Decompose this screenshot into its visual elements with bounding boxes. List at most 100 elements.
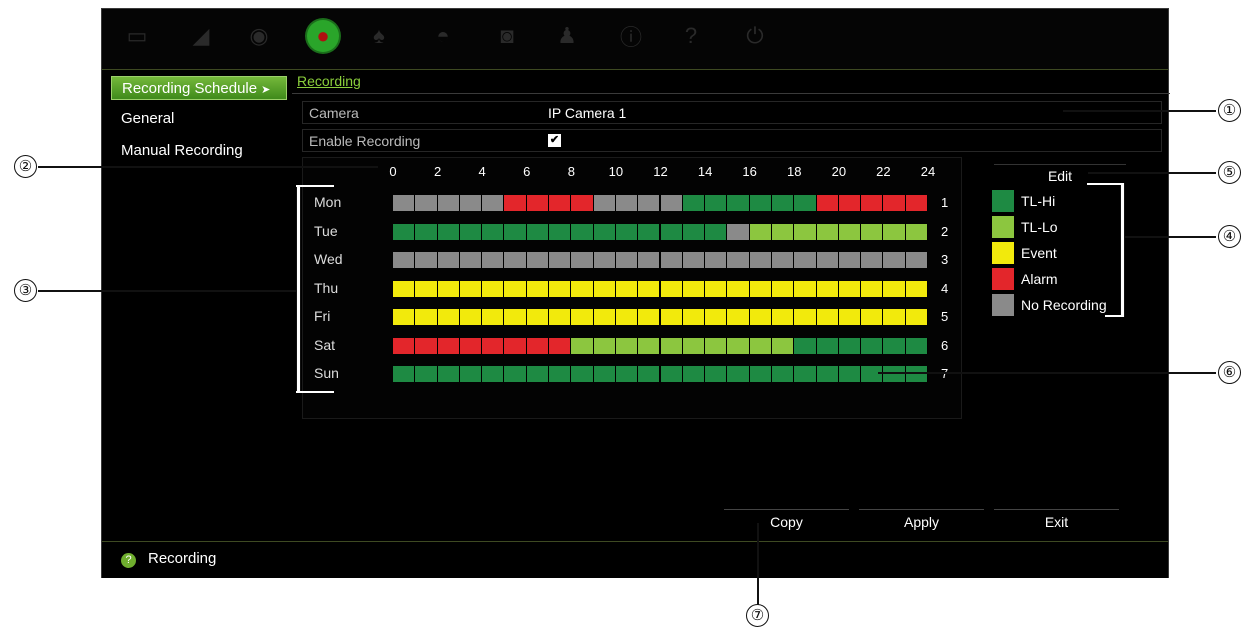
power-icon[interactable]: ⏻ bbox=[738, 19, 772, 53]
schedule-cell[interactable] bbox=[482, 280, 505, 297]
info-icon[interactable]: ⓘ bbox=[614, 19, 648, 53]
schedule-cell[interactable] bbox=[482, 223, 505, 240]
schedule-cell[interactable] bbox=[638, 337, 661, 354]
schedule-row[interactable] bbox=[393, 280, 928, 297]
schedule-cell[interactable] bbox=[593, 366, 616, 382]
schedule-cell[interactable] bbox=[705, 309, 728, 325]
schedule-cell[interactable] bbox=[615, 309, 639, 325]
schedule-cell[interactable] bbox=[415, 252, 438, 268]
schedule-cell[interactable] bbox=[549, 337, 572, 354]
schedule-cell[interactable] bbox=[838, 309, 862, 325]
schedule-cell[interactable] bbox=[638, 309, 661, 325]
schedule-cell[interactable] bbox=[861, 337, 884, 354]
schedule-cell[interactable] bbox=[660, 309, 683, 325]
schedule-cell[interactable] bbox=[504, 195, 527, 211]
schedule-cell[interactable] bbox=[593, 337, 616, 354]
schedule-cell[interactable] bbox=[482, 366, 505, 382]
schedule-cell[interactable] bbox=[660, 366, 683, 382]
schedule-cell[interactable] bbox=[526, 223, 550, 240]
schedule-cell[interactable] bbox=[727, 223, 750, 240]
schedule-cell[interactable] bbox=[660, 337, 683, 354]
schedule-cell[interactable] bbox=[638, 252, 661, 268]
schedule-cell[interactable] bbox=[727, 309, 750, 325]
schedule-cell[interactable] bbox=[794, 366, 817, 382]
schedule-cell[interactable] bbox=[615, 195, 639, 211]
schedule-cell[interactable] bbox=[660, 223, 683, 240]
schedule-cell[interactable] bbox=[727, 366, 750, 382]
schedule-row[interactable] bbox=[393, 195, 928, 211]
schedule-cell[interactable] bbox=[727, 252, 750, 268]
schedule-cell[interactable] bbox=[771, 223, 795, 240]
schedule-cell[interactable] bbox=[749, 309, 772, 325]
schedule-cell[interactable] bbox=[771, 252, 795, 268]
schedule-cell[interactable] bbox=[705, 223, 728, 240]
schedule-cell[interactable] bbox=[526, 252, 550, 268]
schedule-cell[interactable] bbox=[682, 280, 706, 297]
schedule-cell[interactable] bbox=[615, 366, 639, 382]
schedule-cell[interactable] bbox=[571, 223, 594, 240]
schedule-cell[interactable] bbox=[794, 309, 817, 325]
schedule-cell[interactable] bbox=[861, 195, 884, 211]
schedule-cell[interactable] bbox=[504, 366, 527, 382]
schedule-cell[interactable] bbox=[615, 337, 639, 354]
schedule-cell[interactable] bbox=[682, 223, 706, 240]
network-icon[interactable]: ◉ bbox=[242, 19, 276, 53]
schedule-cell[interactable] bbox=[861, 280, 884, 297]
schedule-cell[interactable] bbox=[749, 280, 772, 297]
schedule-cell[interactable] bbox=[459, 366, 483, 382]
schedule-cell[interactable] bbox=[549, 309, 572, 325]
schedule-cell[interactable] bbox=[482, 195, 505, 211]
alarm-icon[interactable]: ♠ bbox=[362, 19, 396, 53]
schedule-cell[interactable] bbox=[816, 366, 839, 382]
schedule-cell[interactable] bbox=[504, 337, 527, 354]
schedule-cell[interactable] bbox=[393, 309, 416, 325]
schedule-cell[interactable] bbox=[905, 337, 928, 354]
schedule-cell[interactable] bbox=[838, 223, 862, 240]
schedule-cell[interactable] bbox=[415, 309, 438, 325]
schedule-cell[interactable] bbox=[771, 309, 795, 325]
schedule-cell[interactable] bbox=[905, 366, 928, 382]
schedule-cell[interactable] bbox=[705, 280, 728, 297]
exit-button[interactable]: Exit bbox=[994, 509, 1119, 534]
schedule-cell[interactable] bbox=[682, 366, 706, 382]
schedule-cell[interactable] bbox=[482, 337, 505, 354]
schedule-cell[interactable] bbox=[883, 366, 906, 382]
schedule-cell[interactable] bbox=[749, 252, 772, 268]
schedule-cell[interactable] bbox=[749, 337, 772, 354]
schedule-row[interactable] bbox=[393, 223, 928, 240]
user-icon[interactable]: ♟ bbox=[550, 19, 584, 53]
schedule-cell[interactable] bbox=[549, 366, 572, 382]
schedule-cell[interactable] bbox=[393, 366, 416, 382]
schedule-cell[interactable] bbox=[459, 223, 483, 240]
schedule-cell[interactable] bbox=[794, 337, 817, 354]
schedule-cell[interactable] bbox=[682, 252, 706, 268]
schedule-cell[interactable] bbox=[660, 195, 683, 211]
schedule-cell[interactable] bbox=[638, 280, 661, 297]
schedule-cell[interactable] bbox=[549, 252, 572, 268]
schedule-cell[interactable] bbox=[504, 280, 527, 297]
schedule-cell[interactable] bbox=[749, 223, 772, 240]
schedule-cell[interactable] bbox=[794, 223, 817, 240]
schedule-cell[interactable] bbox=[660, 252, 683, 268]
monitor-icon[interactable]: ▭ bbox=[120, 19, 154, 53]
schedule-cell[interactable] bbox=[593, 309, 616, 325]
schedule-cell[interactable] bbox=[526, 337, 550, 354]
schedule-cell[interactable] bbox=[482, 309, 505, 325]
schedule-cell[interactable] bbox=[771, 337, 795, 354]
schedule-cell[interactable] bbox=[838, 337, 862, 354]
schedule-cell[interactable] bbox=[883, 309, 906, 325]
schedule-cell[interactable] bbox=[861, 223, 884, 240]
sidebar-item-manual-recording[interactable]: Manual Recording bbox=[111, 139, 287, 163]
schedule-cell[interactable] bbox=[883, 337, 906, 354]
schedule-cell[interactable] bbox=[861, 366, 884, 382]
schedule-cell[interactable] bbox=[415, 195, 438, 211]
schedule-cell[interactable] bbox=[571, 280, 594, 297]
enable-recording-checkbox[interactable]: ✔ bbox=[548, 134, 561, 147]
schedule-cell[interactable] bbox=[459, 337, 483, 354]
schedule-cell[interactable] bbox=[526, 195, 550, 211]
schedule-row[interactable] bbox=[393, 252, 928, 268]
schedule-cell[interactable] bbox=[504, 309, 527, 325]
schedule-cell[interactable] bbox=[905, 280, 928, 297]
schedule-cell[interactable] bbox=[549, 223, 572, 240]
schedule-cell[interactable] bbox=[459, 280, 483, 297]
